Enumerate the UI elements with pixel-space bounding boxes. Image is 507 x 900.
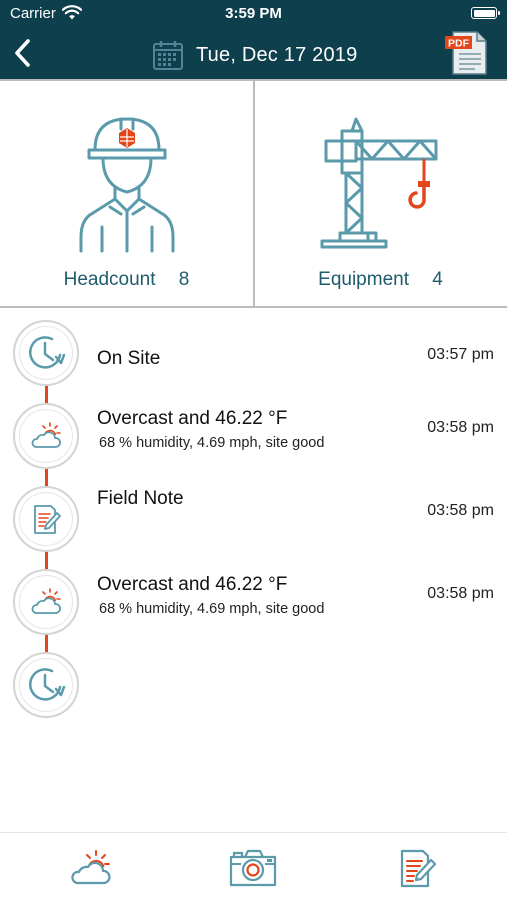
timeline-time: 03:58 pm — [427, 502, 494, 519]
timeline-badge — [13, 569, 79, 635]
clock-icon — [28, 668, 66, 701]
timeline-title: Field Note — [97, 488, 184, 509]
timeline-title: Overcast and 46.22 °F — [97, 408, 288, 429]
back-button[interactable] — [8, 36, 36, 70]
timeline-title: On Site — [97, 348, 161, 369]
chevron-left-icon — [15, 39, 30, 67]
add-note-button[interactable] — [392, 847, 442, 889]
equipment-count: 4 — [432, 269, 443, 290]
timeline-badge — [13, 320, 79, 386]
date-selector[interactable]: Tue, Dec 17 2019 — [152, 38, 357, 72]
camera-icon — [229, 849, 277, 887]
battery-icon — [471, 7, 500, 19]
worker-icon — [79, 117, 174, 253]
status-bar: Carrier 3:59 PM — [0, 0, 507, 28]
headcount-label: Headcount 8 — [0, 269, 253, 291]
summary-tiles: Headcount 8 Equipment 4 — [0, 79, 507, 308]
equipment-label: Equipment 4 — [255, 269, 506, 291]
pdf-export-button[interactable]: PDF — [443, 28, 489, 76]
equipment-tile[interactable]: Equipment 4 — [253, 81, 506, 306]
timeline-item-on-site[interactable]: On Site 03:57 pm — [0, 320, 507, 388]
add-weather-button[interactable] — [66, 847, 116, 889]
pdf-icon: PDF — [445, 31, 487, 75]
calendar-icon — [153, 41, 183, 70]
timeline-subtitle: 68 % humidity, 4.69 mph, site good — [99, 435, 325, 451]
headcount-count: 8 — [178, 269, 190, 290]
headcount-title: Headcount — [63, 269, 156, 290]
pdf-icon-text: PDF — [448, 38, 470, 50]
timeline-item-weather[interactable]: Overcast and 46.22 °F 68 % humidity, 4.6… — [0, 569, 507, 637]
app-header: Carrier 3:59 PM Tue, Dec 17 2019 PDF — [0, 0, 507, 79]
timeline-badge — [13, 403, 79, 469]
status-time: 3:59 PM — [225, 5, 282, 22]
note-icon — [400, 849, 437, 888]
timeline-item-clock[interactable] — [0, 652, 507, 720]
header-date: Tue, Dec 17 2019 — [196, 43, 358, 66]
weather-icon — [71, 850, 111, 885]
timeline-item-field-note[interactable]: Field Note 03:58 pm — [0, 486, 507, 554]
timeline-time: 03:57 pm — [427, 346, 494, 363]
add-photo-button[interactable] — [228, 847, 278, 889]
weather-icon — [31, 422, 61, 448]
bottom-toolbar — [0, 832, 507, 900]
weather-icon — [31, 588, 61, 614]
equipment-title: Equipment — [318, 269, 409, 290]
timeline-badge — [13, 652, 79, 718]
timeline-badge — [13, 486, 79, 552]
clock-icon — [28, 336, 66, 369]
timeline-time: 03:58 pm — [427, 585, 494, 602]
activity-timeline: On Site 03:57 pm Overcast and 46.22 °F 6… — [0, 320, 507, 730]
crane-icon — [320, 117, 437, 249]
timeline-title: Overcast and 46.22 °F — [97, 574, 288, 595]
headcount-tile[interactable]: Headcount 8 — [0, 81, 253, 306]
note-icon — [34, 505, 61, 534]
timeline-time: 03:58 pm — [427, 419, 494, 436]
timeline-item-weather[interactable]: Overcast and 46.22 °F 68 % humidity, 4.6… — [0, 403, 507, 471]
timeline-subtitle: 68 % humidity, 4.69 mph, site good — [99, 601, 325, 617]
